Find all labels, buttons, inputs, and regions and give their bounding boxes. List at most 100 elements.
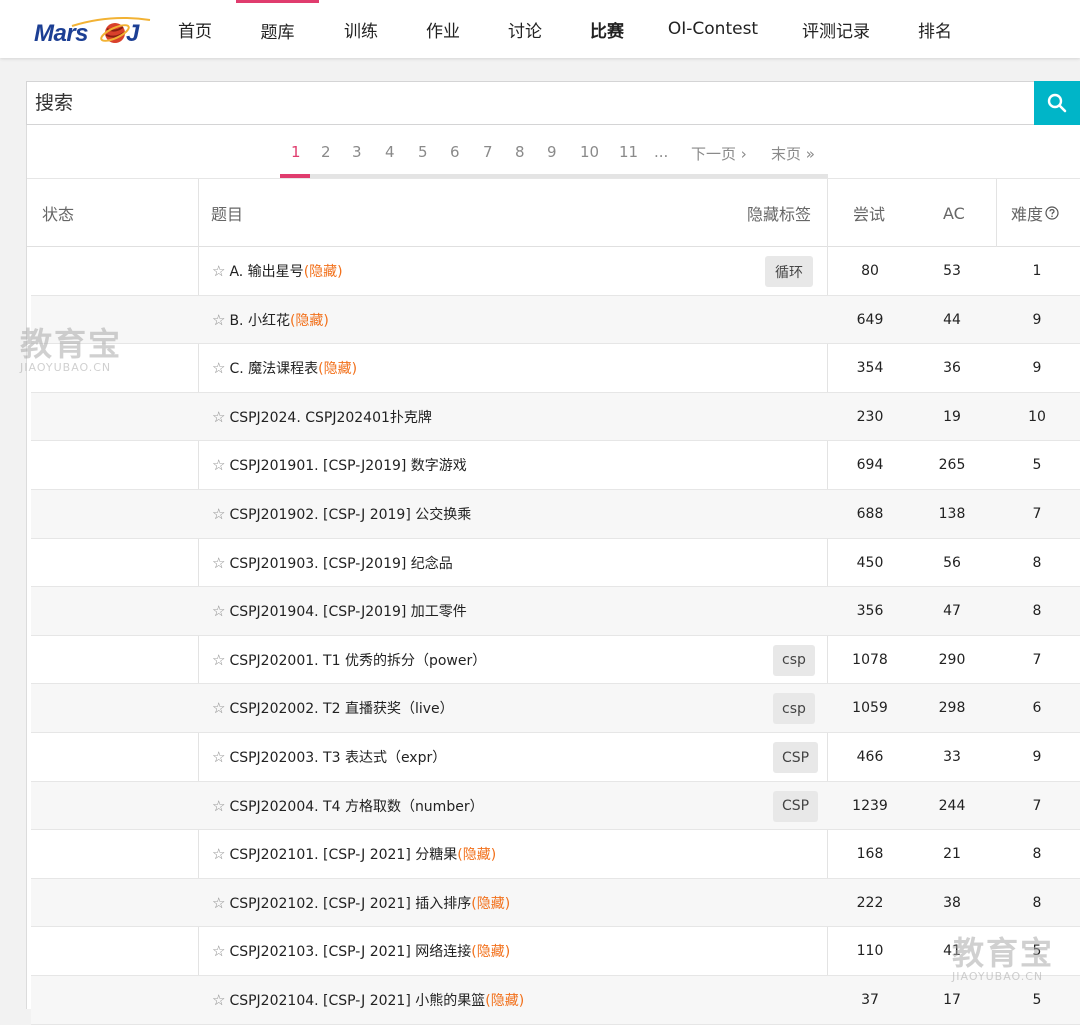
star-icon[interactable]: ☆ <box>212 699 225 717</box>
hidden-marker: (隐藏) <box>457 847 497 864</box>
ac-cell: 53 <box>943 263 961 279</box>
star-icon[interactable]: ☆ <box>212 311 225 329</box>
attempts-cell: 694 <box>856 457 884 474</box>
title-cell: ☆ C. 魔法课程表 (隐藏) <box>212 344 752 392</box>
star-icon[interactable]: ☆ <box>212 408 225 426</box>
page-9[interactable]: 9 <box>547 143 557 161</box>
problem-title-link[interactable]: A. 输出星号 <box>229 261 303 281</box>
status-cell <box>31 782 198 830</box>
page-7[interactable]: 7 <box>483 143 493 161</box>
nav-homework[interactable]: 作业 <box>418 0 468 58</box>
status-cell <box>31 490 198 538</box>
page-1[interactable]: 1 <box>291 143 301 161</box>
problem-title-link[interactable]: CSPJ201901. [CSP-J2019] 数字游戏 <box>229 455 466 475</box>
star-icon[interactable]: ☆ <box>212 894 225 912</box>
page-11[interactable]: 11 <box>619 143 638 161</box>
star-icon[interactable]: ☆ <box>212 942 225 960</box>
header-title: 题目 <box>211 205 244 224</box>
nav-home[interactable]: 首页 <box>170 0 220 58</box>
table-row: ☆ CSPJ202104. [CSP-J 2021] 小熊的果篮 (隐藏) 37 17 5 <box>31 976 1080 1025</box>
header-hidden-tags[interactable]: 隐藏标签 <box>747 179 811 247</box>
difficulty-cell: 5 <box>1032 992 1042 1008</box>
star-icon[interactable]: ☆ <box>212 797 225 815</box>
problem-tag[interactable]: CSP <box>773 790 819 822</box>
status-cell <box>31 247 198 295</box>
problem-title-link[interactable]: B. 小红花 <box>229 310 290 330</box>
problem-tag[interactable]: csp <box>773 693 815 725</box>
problem-title-link[interactable]: CSPJ202104. [CSP-J 2021] 小熊的果篮 <box>229 990 485 1010</box>
problem-title-link[interactable]: CSPJ202003. T3 表达式（expr） <box>229 747 446 767</box>
page-5[interactable]: 5 <box>418 143 428 161</box>
table-row: ☆ CSPJ201903. [CSP-J2019] 纪念品 450 56 8 <box>31 539 1080 588</box>
difficulty-cell: 9 <box>1032 311 1042 328</box>
problem-title-link[interactable]: CSPJ201902. [CSP-J 2019] 公交换乘 <box>229 504 471 524</box>
attempts-cell: 168 <box>856 846 884 863</box>
title-cell: ☆ A. 输出星号 (隐藏) <box>212 247 752 295</box>
last-page-link[interactable]: 末页 » <box>771 143 815 164</box>
table-header: 状态 题目 隐藏标签 尝试 AC 难度 <box>27 179 1080 247</box>
pagination-track <box>280 174 828 178</box>
nav-oi-contest[interactable]: OI-Contest <box>664 0 762 58</box>
pagination-active-indicator <box>280 174 310 178</box>
problem-title-link[interactable]: C. 魔法课程表 <box>229 358 318 378</box>
ac-cell: 19 <box>943 408 961 425</box>
next-page-link[interactable]: 下一页 › <box>691 143 747 164</box>
star-icon[interactable]: ☆ <box>212 359 225 377</box>
status-cell <box>31 393 198 441</box>
header-ac: AC <box>943 203 965 223</box>
star-icon[interactable]: ☆ <box>212 456 225 474</box>
star-icon[interactable]: ☆ <box>212 845 225 863</box>
page-10[interactable]: 10 <box>580 143 599 161</box>
difficulty-cell: 8 <box>1032 603 1042 620</box>
problem-title-link[interactable]: CSPJ202001. T1 优秀的拆分（power） <box>229 650 486 670</box>
status-cell <box>31 830 198 878</box>
problem-title-link[interactable]: CSPJ201903. [CSP-J2019] 纪念品 <box>229 553 452 573</box>
page-4[interactable]: 4 <box>385 143 395 161</box>
status-cell <box>31 927 198 975</box>
site-logo[interactable]: Mars J <box>30 14 152 48</box>
problem-title-link[interactable]: CSPJ202002. T2 直播获奖（live） <box>229 698 453 718</box>
problem-title-link[interactable]: CSPJ202101. [CSP-J 2021] 分糖果 <box>229 844 457 864</box>
star-icon[interactable]: ☆ <box>212 602 225 620</box>
search-button[interactable] <box>1034 81 1080 125</box>
star-icon[interactable]: ☆ <box>212 991 225 1009</box>
title-cell: ☆ B. 小红花 (隐藏) <box>212 296 752 344</box>
nav-training[interactable]: 训练 <box>336 0 386 58</box>
status-cell <box>31 636 198 684</box>
star-icon[interactable]: ☆ <box>212 748 225 766</box>
table-row: ☆ CSPJ202003. T3 表达式（expr） CSP 466 33 9 <box>31 733 1080 782</box>
page-2[interactable]: 2 <box>321 143 331 161</box>
problem-title-link[interactable]: CSPJ201904. [CSP-J2019] 加工零件 <box>229 601 466 621</box>
ac-cell: 21 <box>943 846 961 863</box>
ac-cell: 38 <box>943 894 961 911</box>
star-icon[interactable]: ☆ <box>212 505 225 523</box>
problem-title-link[interactable]: CSPJ202102. [CSP-J 2021] 插入排序 <box>229 893 471 913</box>
page-8[interactable]: 8 <box>515 143 525 161</box>
nav-records[interactable]: 评测记录 <box>790 0 882 58</box>
problem-tag[interactable]: CSP <box>773 742 819 773</box>
nav-contest[interactable]: 比赛 <box>582 0 632 58</box>
attempts-cell: 80 <box>861 263 879 279</box>
page-6[interactable]: 6 <box>450 143 460 161</box>
title-cell: ☆ CSPJ202102. [CSP-J 2021] 插入排序 (隐藏) <box>212 879 752 927</box>
problem-title-link[interactable]: CSPJ202004. T4 方格取数（number） <box>229 796 483 816</box>
page-3[interactable]: 3 <box>352 143 362 161</box>
star-icon[interactable]: ☆ <box>212 262 225 280</box>
ac-cell: 33 <box>943 749 961 765</box>
attempts-cell: 450 <box>856 554 884 571</box>
problem-tag[interactable]: 循环 <box>765 256 813 287</box>
attempts-cell: 466 <box>856 749 884 765</box>
star-icon[interactable]: ☆ <box>212 554 225 572</box>
nav-problems[interactable]: 题库 <box>236 0 319 58</box>
ac-cell: 41 <box>943 943 961 960</box>
star-icon[interactable]: ☆ <box>212 651 225 669</box>
help-circle-icon[interactable] <box>1045 206 1059 220</box>
problem-title-link[interactable]: CSPJ2024. CSPJ202401扑克牌 <box>229 407 431 427</box>
nav-discussion[interactable]: 讨论 <box>500 0 550 58</box>
nav-ranking[interactable]: 排名 <box>908 0 962 58</box>
problem-tag[interactable]: csp <box>773 644 815 676</box>
problem-title-link[interactable]: CSPJ202103. [CSP-J 2021] 网络连接 <box>229 941 471 961</box>
search-input[interactable] <box>27 82 1035 124</box>
difficulty-cell: 1 <box>1032 263 1042 279</box>
table-row: ☆ A. 输出星号 (隐藏) 循环 80 53 1 <box>31 247 1080 296</box>
